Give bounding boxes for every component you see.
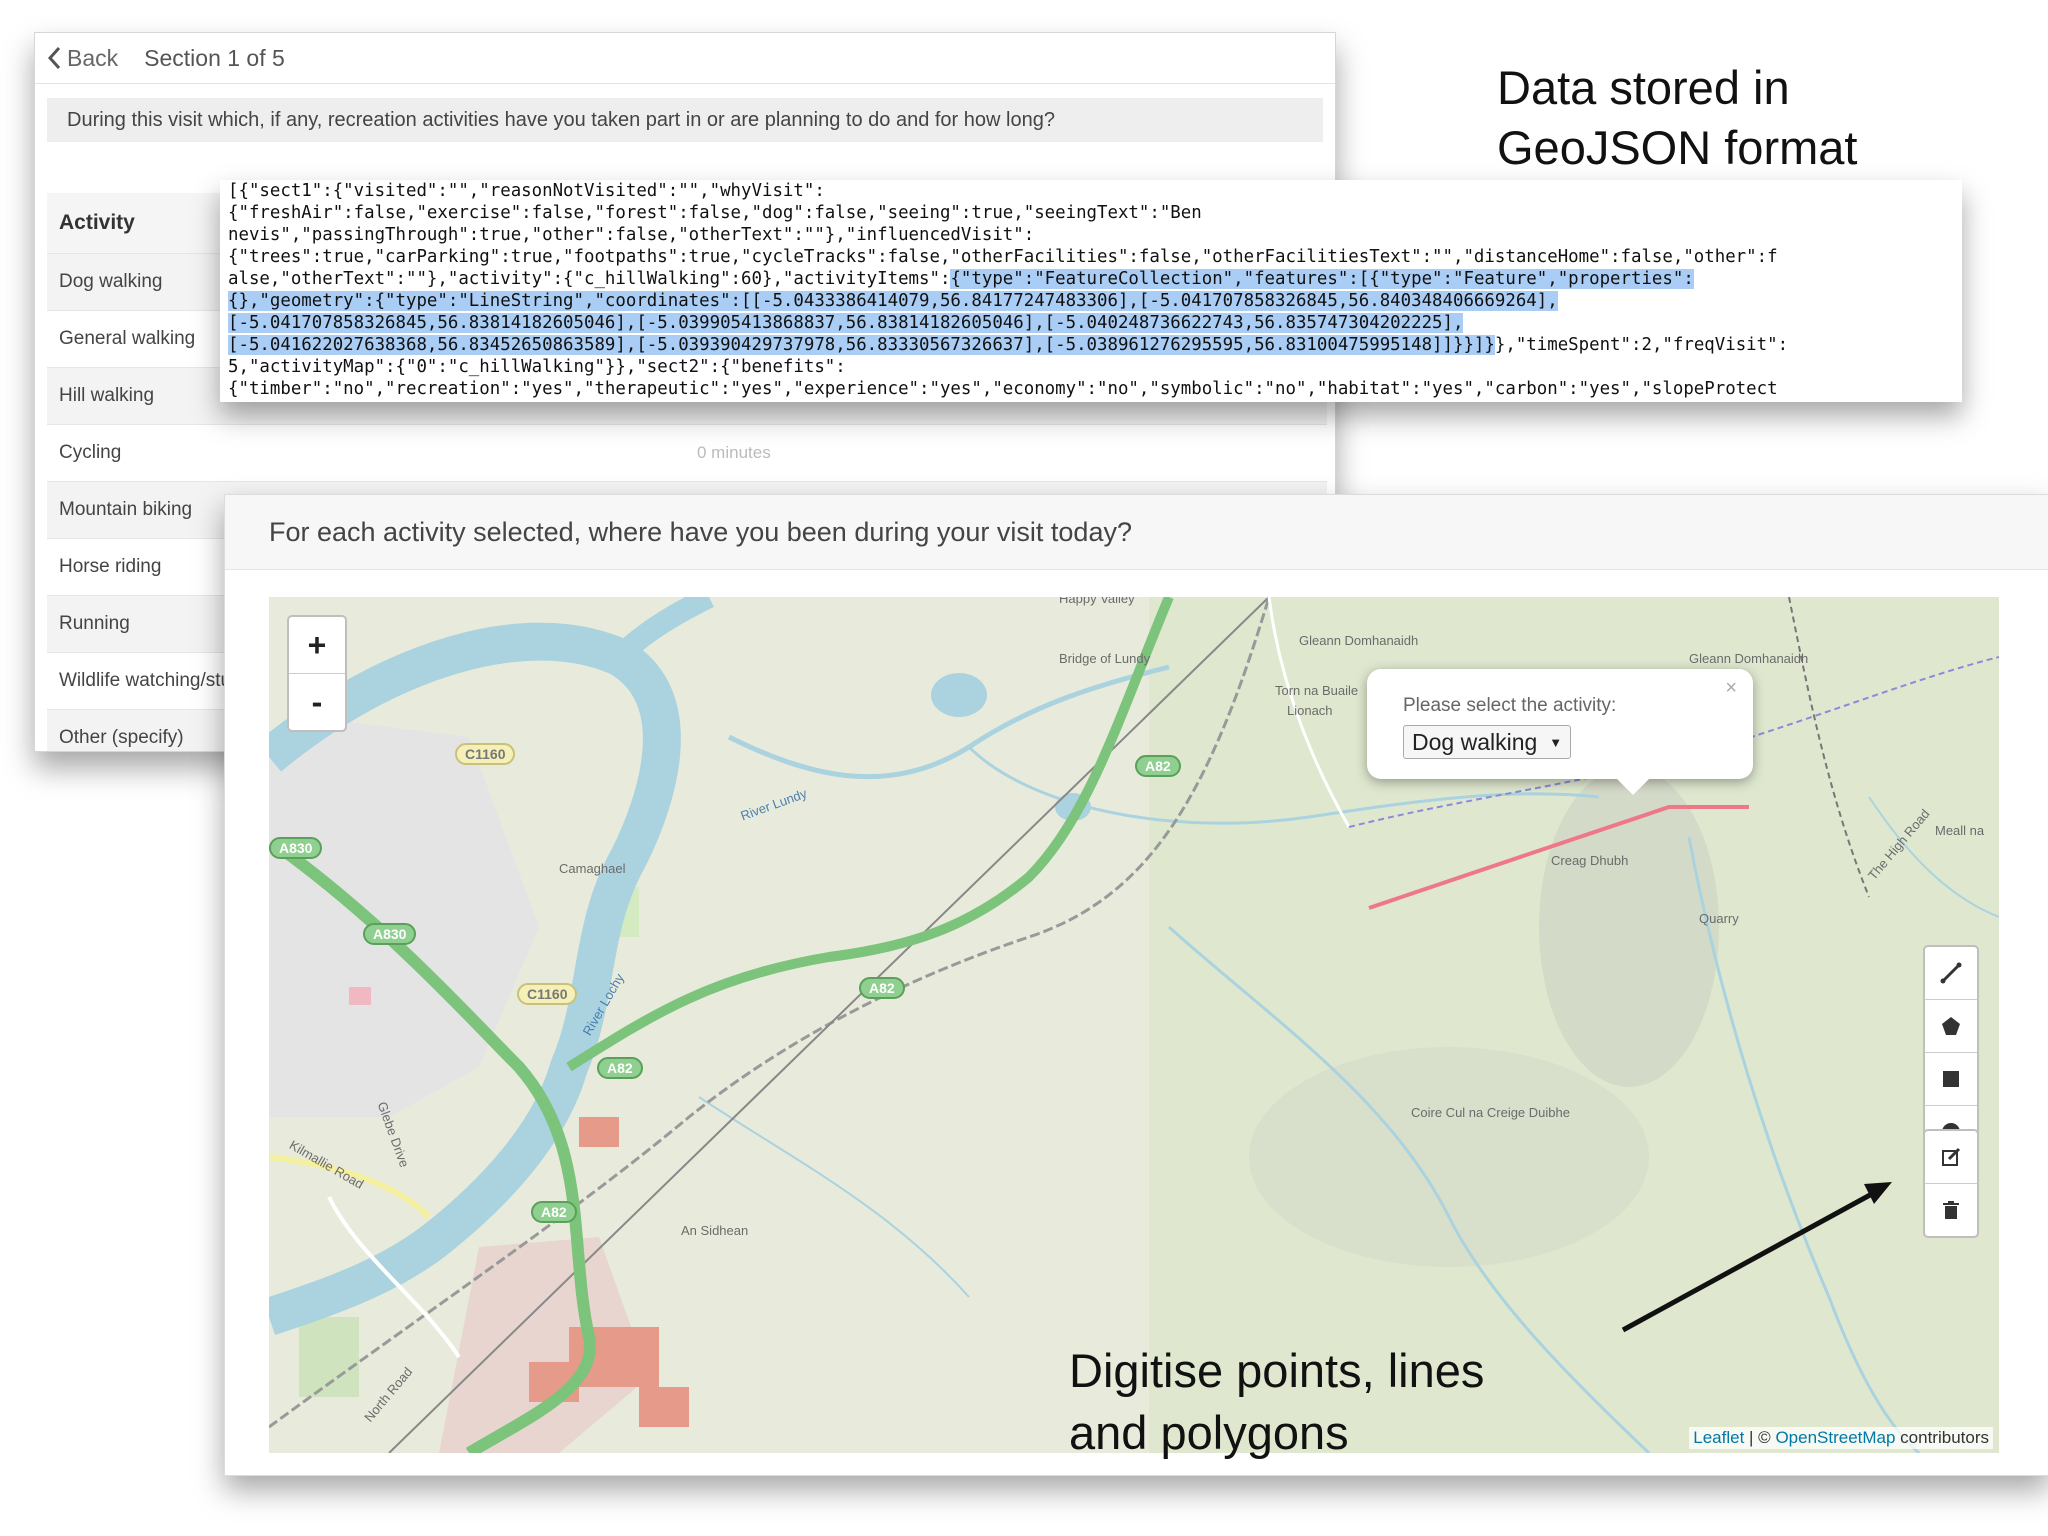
digitise-annotation: Digitise points, lines and polygons [1069, 1340, 1484, 1464]
json-line: },"timeSpent":2,"freqVisit": [1494, 335, 1789, 355]
road-badge: A82 [597, 1057, 643, 1079]
edit-toolbar [1923, 1129, 1979, 1238]
activity-label: Mountain biking [59, 499, 193, 520]
json-highlight: [-5.041707858326845,56.83814182605046],[… [228, 313, 1464, 333]
annotation-line: GeoJSON format [1497, 121, 1858, 174]
annotation-line: and polygons [1069, 1406, 1349, 1459]
map-attribution: Leaflet | © OpenStreetMap contributors [1689, 1427, 1993, 1449]
activity-label: Running [59, 613, 130, 634]
activity-minutes[interactable]: 0 minutes [697, 443, 771, 463]
map-panel: For each activity selected, where have y… [224, 494, 2048, 1476]
geojson-code: [{"sect1":{"visited":"","reasonNotVisite… [220, 180, 1962, 400]
place-label: Coire Cul na Creige Duibhe [1411, 1105, 1570, 1120]
rectangle-icon [1943, 1071, 1959, 1087]
popup-label: Please select the activity: [1403, 695, 1617, 716]
activity-row[interactable]: Cycling 0 minutes [47, 424, 1327, 481]
survey-header: Back Section 1 of 5 [35, 33, 1335, 84]
place-label: Lionach [1287, 703, 1333, 718]
activity-label: Hill walking [59, 385, 155, 406]
activity-label: Other (specify) [59, 727, 184, 748]
activity-label: Wildlife watching/stu [59, 670, 232, 691]
road-badge: A82 [531, 1201, 577, 1223]
road-badge: C1160 [517, 983, 578, 1005]
json-line: {"timber":"no","recreation":"yes","thera… [228, 379, 1778, 399]
draw-toolbar [1923, 945, 1979, 1160]
map-question: For each activity selected, where have y… [225, 495, 2048, 570]
activity-label: Cycling [59, 442, 122, 463]
polyline-icon [1940, 962, 1962, 984]
trash-icon [1943, 1201, 1959, 1219]
road-badge: A830 [363, 923, 417, 945]
close-icon[interactable]: × [1725, 677, 1737, 700]
activity-label: General walking [59, 328, 196, 349]
road-badge: A830 [269, 837, 323, 859]
place-label: Meall na [1935, 823, 1985, 838]
json-line: nevis","passingThrough":true,"other":fal… [228, 225, 1035, 245]
road-badge: C1160 [455, 743, 516, 765]
leaflet-map[interactable]: Bridge of Lundy Gleann Domhanaidh Gleann… [269, 597, 1999, 1453]
back-label: Back [67, 44, 119, 71]
place-label: Happy Valley [1059, 597, 1135, 606]
activity-question: During this visit which, if any, recreat… [47, 98, 1323, 142]
place-label: Camaghael [559, 861, 626, 876]
place-label: Gleann Domhanaidh [1689, 651, 1809, 666]
attribution-separator: | © [1744, 1428, 1776, 1447]
osm-link[interactable]: OpenStreetMap [1775, 1428, 1895, 1447]
annotation-line: Data stored in [1497, 61, 1790, 114]
section-indicator: Section 1 of 5 [144, 44, 285, 71]
activity-select[interactable]: Dog walking ▼ [1403, 725, 1572, 759]
edit-icon [1942, 1147, 1961, 1166]
place-label: Creag Dhubh [1551, 853, 1629, 868]
attribution-suffix: contributors [1895, 1428, 1989, 1447]
draw-rectangle-button[interactable] [1925, 1052, 1977, 1105]
caret-down-icon: ▼ [1549, 734, 1563, 750]
delete-layers-button[interactable] [1925, 1183, 1977, 1236]
place-label: Gleann Domhanaidh [1299, 633, 1419, 648]
road-badge: A82 [859, 977, 905, 999]
json-line: 5,"activityMap":{"0":"c_hillWalking"}},"… [228, 357, 846, 377]
json-line: [{"sect1":{"visited":"","reasonNotVisite… [228, 181, 825, 201]
place-label: Torn na Buaile [1275, 683, 1359, 698]
activity-label: Dog walking [59, 271, 163, 292]
geojson-output: [{"sect1":{"visited":"","reasonNotVisite… [220, 180, 1962, 402]
json-line: alse,"otherText":""},"activity":{"c_hill… [228, 269, 951, 289]
json-highlight: [-5.041622027638368,56.83452650863589],[… [228, 335, 1495, 355]
activity-select-value: Dog walking [1412, 728, 1538, 755]
geojson-annotation: Data stored in GeoJSON format [1497, 58, 2017, 178]
place-label: An Sidhean [681, 1223, 749, 1238]
road-badge: A82 [1135, 755, 1181, 777]
json-line: {"freshAir":false,"exercise":false,"fore… [228, 203, 1202, 223]
place-label: Quarry [1699, 911, 1739, 926]
edit-layers-button[interactable] [1925, 1131, 1977, 1183]
draw-polygon-button[interactable] [1925, 999, 1977, 1052]
activity-popup: × Please select the activity: Dog walkin… [1367, 669, 1753, 795]
leaflet-link[interactable]: Leaflet [1693, 1428, 1744, 1447]
place-label: Bridge of Lundy [1059, 651, 1151, 666]
chevron-left-icon [47, 46, 61, 70]
json-highlight: {},"geometry":{"type":"LineString","coor… [228, 291, 1558, 311]
zoom-control: + - [287, 615, 347, 732]
draw-polyline-button[interactable] [1925, 947, 1977, 999]
back-button[interactable]: Back [47, 45, 118, 72]
annotation-line: Digitise points, lines [1069, 1344, 1485, 1397]
zoom-in-button[interactable]: + [289, 617, 345, 673]
polygon-icon [1942, 1017, 1960, 1035]
activity-label: Horse riding [59, 556, 162, 577]
zoom-out-button[interactable]: - [289, 673, 345, 730]
json-line: {"trees":true,"carParking":true,"footpat… [228, 247, 1778, 267]
json-highlight: {"type":"FeatureCollection","features":[… [950, 269, 1694, 289]
